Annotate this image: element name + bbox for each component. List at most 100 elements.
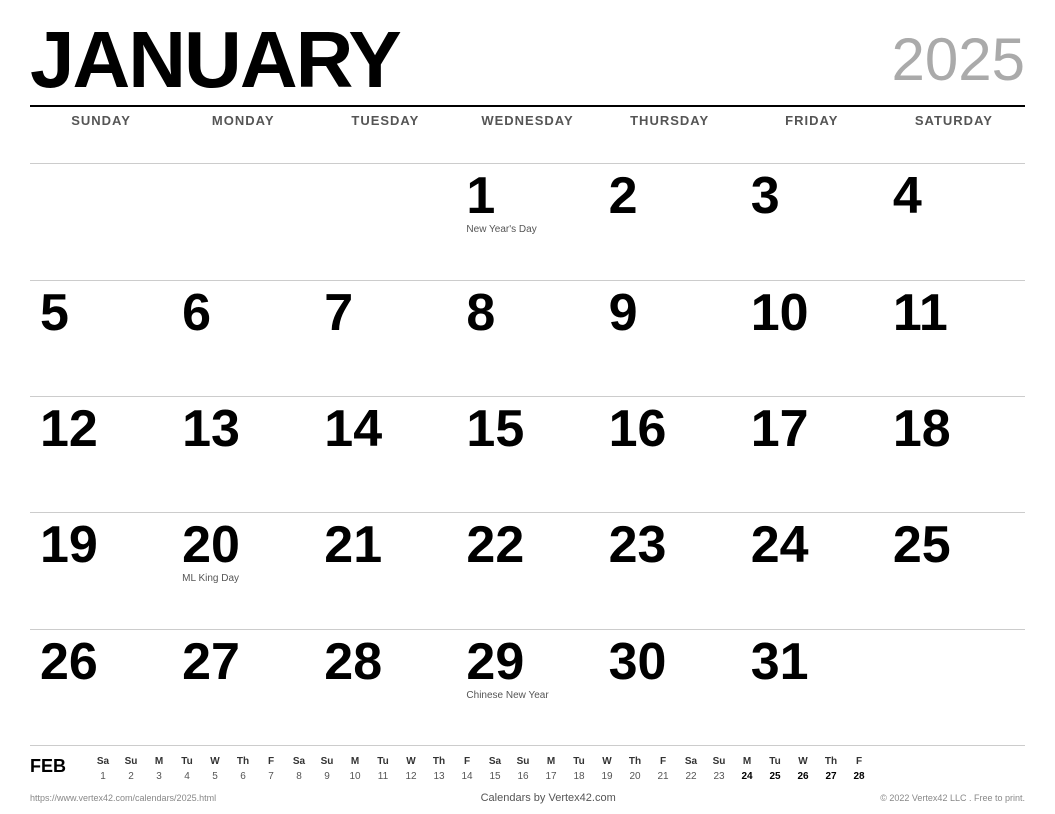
day-cell: 6 [172,280,314,396]
day-cell: 24 [741,512,883,628]
day-cell: 20ML King Day [172,512,314,628]
mini-day-cell: 17 [537,769,565,784]
day-cell [30,163,172,279]
day-number: 4 [893,170,922,222]
day-number: 9 [609,287,638,339]
day-header: SUNDAY [30,105,172,163]
day-number: 18 [893,403,951,455]
day-cell: 10 [741,280,883,396]
calendar-container: JANUARY 2025 SUNDAYMONDAYTUESDAYWEDNESDA… [0,0,1055,814]
day-number: 3 [751,170,780,222]
day-cell: 4 [883,163,1025,279]
mini-day-cell: 4 [173,769,201,784]
day-number: 10 [751,287,809,339]
day-cell: 30 [599,629,741,745]
mini-day-cell: 10 [341,769,369,784]
day-cell: 19 [30,512,172,628]
mini-header-cell: Th [817,754,845,769]
day-number: 22 [466,519,524,571]
day-cell: 8 [456,280,598,396]
mini-day-cell: 26 [789,769,817,784]
day-cell: 21 [314,512,456,628]
header-row: JANUARY 2025 [30,20,1025,100]
day-cell: 16 [599,396,741,512]
day-number: 21 [324,519,382,571]
month-title: JANUARY [30,20,400,100]
day-number: 28 [324,636,382,688]
mini-header-cell: W [397,754,425,769]
day-cell [172,163,314,279]
day-number: 17 [751,403,809,455]
days-grid: SUNDAYMONDAYTUESDAYWEDNESDAYTHURSDAYFRID… [30,105,1025,745]
holiday-text: New Year's Day [466,224,536,236]
day-number: 29 [466,636,524,688]
mini-header-cell: Tu [173,754,201,769]
mini-day-cell: 12 [397,769,425,784]
day-cell [314,163,456,279]
day-cell: 26 [30,629,172,745]
day-number: 14 [324,403,382,455]
day-cell: 31 [741,629,883,745]
day-cell: 27 [172,629,314,745]
day-number: 31 [751,636,809,688]
day-cell: 15 [456,396,598,512]
day-cell: 7 [314,280,456,396]
mini-header-cell: M [733,754,761,769]
day-number: 19 [40,519,98,571]
mini-day-cell: 8 [285,769,313,784]
mini-header-cell: Tu [369,754,397,769]
footer-row: https://www.vertex42.com/calendars/2025.… [30,788,1025,804]
footer-center: Calendars by Vertex42.com [481,792,616,804]
day-cell: 25 [883,512,1025,628]
day-cell: 18 [883,396,1025,512]
day-cell: 23 [599,512,741,628]
day-cell: 13 [172,396,314,512]
day-cell [883,629,1025,745]
mini-day-cell: 14 [453,769,481,784]
mini-header-cell: Su [705,754,733,769]
mini-day-cell: 25 [761,769,789,784]
mini-header-cell: F [257,754,285,769]
day-number: 12 [40,403,98,455]
day-cell: 1New Year's Day [456,163,598,279]
day-cell: 14 [314,396,456,512]
mini-header-cell: Su [509,754,537,769]
day-number: 13 [182,403,240,455]
mini-header-cell: F [845,754,873,769]
holiday-text: Chinese New Year [466,690,548,702]
day-cell: 3 [741,163,883,279]
mini-header-cell: M [145,754,173,769]
day-number: 5 [40,287,69,339]
day-cell: 9 [599,280,741,396]
mini-day-cell: 22 [677,769,705,784]
footer-left: https://www.vertex42.com/calendars/2025.… [30,793,216,803]
day-number: 24 [751,519,809,571]
mini-header-cell: W [789,754,817,769]
mini-header-cell: Sa [677,754,705,769]
day-number: 15 [466,403,524,455]
mini-day-cell: 5 [201,769,229,784]
mini-header-cell: Th [621,754,649,769]
day-cell: 17 [741,396,883,512]
day-cell: 22 [456,512,598,628]
mini-header-cell: Tu [761,754,789,769]
mini-header-cell: Sa [481,754,509,769]
mini-day-cell: 28 [845,769,873,784]
mini-header-cell: Th [229,754,257,769]
day-number: 20 [182,519,240,571]
mini-day-cell: 7 [257,769,285,784]
day-number: 11 [893,287,948,339]
mini-header-cell: Sa [285,754,313,769]
day-cell: 5 [30,280,172,396]
mini-header-cell: Su [117,754,145,769]
mini-header-cell: Tu [565,754,593,769]
mini-header-cell: M [341,754,369,769]
mini-header-cell: Sa [89,754,117,769]
day-cell: 2 [599,163,741,279]
day-number: 6 [182,287,211,339]
day-number: 26 [40,636,98,688]
mini-day-cell: 24 [733,769,761,784]
mini-grid: SaSuMTuWThFSaSuMTuWThFSaSuMTuWThFSaSuMTu… [89,754,1025,784]
mini-calendar-section: FEB SaSuMTuWThFSaSuMTuWThFSaSuMTuWThFSaS… [30,745,1025,788]
day-header: TUESDAY [314,105,456,163]
